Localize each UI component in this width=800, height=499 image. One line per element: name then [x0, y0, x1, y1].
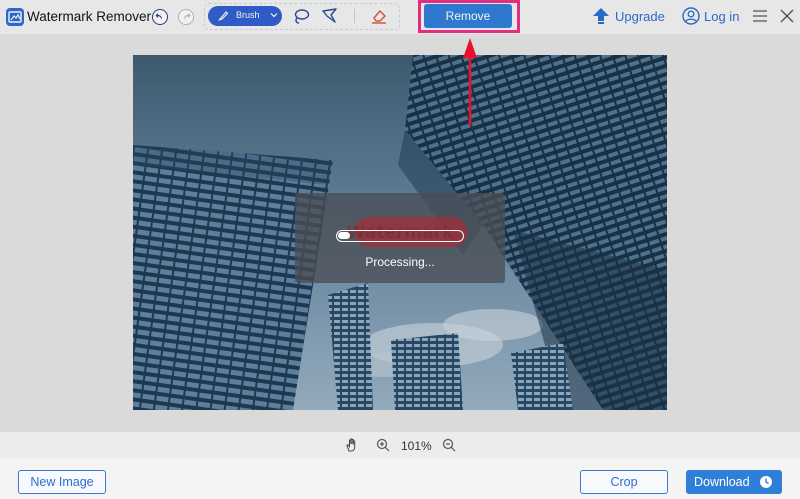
brush-label: Brush	[236, 10, 260, 20]
user-icon	[682, 7, 700, 25]
remove-button[interactable]: Remove	[424, 4, 512, 28]
upgrade-icon	[593, 8, 609, 24]
upgrade-label: Upgrade	[615, 9, 665, 24]
login-button[interactable]: Log in	[682, 7, 742, 27]
app-logo-icon	[6, 8, 24, 26]
top-toolbar: Watermark Remover Brush Remove Upgrade L…	[0, 0, 800, 34]
zoom-in-icon[interactable]	[376, 438, 390, 452]
new-image-button[interactable]: New Image	[18, 470, 106, 494]
bottom-bar: New Image Crop Download	[0, 459, 800, 499]
upgrade-button[interactable]: Upgrade	[592, 7, 665, 27]
processing-status: Processing...	[365, 255, 435, 269]
hand-pan-icon[interactable]	[345, 438, 359, 452]
close-icon[interactable]	[779, 8, 795, 24]
app-title: Watermark Remover	[27, 9, 152, 24]
menu-icon[interactable]	[752, 8, 768, 24]
toolbar-divider	[354, 9, 355, 23]
download-button[interactable]: Download	[686, 470, 782, 494]
download-label: Download	[694, 475, 750, 489]
progress-bar-fill	[338, 232, 350, 239]
processing-dialog: Watermark Processing...	[295, 193, 505, 283]
zoom-out-icon[interactable]	[442, 438, 456, 452]
redo-icon[interactable]	[178, 9, 194, 25]
polygon-lasso-icon[interactable]	[321, 7, 339, 25]
zoom-bar: 101%	[0, 431, 800, 459]
annotation-arrow-icon	[463, 38, 477, 126]
zoom-level: 101%	[401, 439, 432, 453]
crop-button[interactable]: Crop	[580, 470, 668, 494]
eraser-icon[interactable]	[370, 7, 388, 25]
lasso-icon[interactable]	[292, 8, 310, 26]
clock-icon	[760, 476, 772, 488]
chevron-down-icon	[270, 13, 278, 18]
progress-bar	[336, 230, 464, 242]
login-label: Log in	[704, 9, 740, 24]
brush-icon	[218, 11, 229, 21]
brush-tool-button[interactable]: Brush	[208, 6, 282, 26]
undo-icon[interactable]	[152, 9, 168, 25]
